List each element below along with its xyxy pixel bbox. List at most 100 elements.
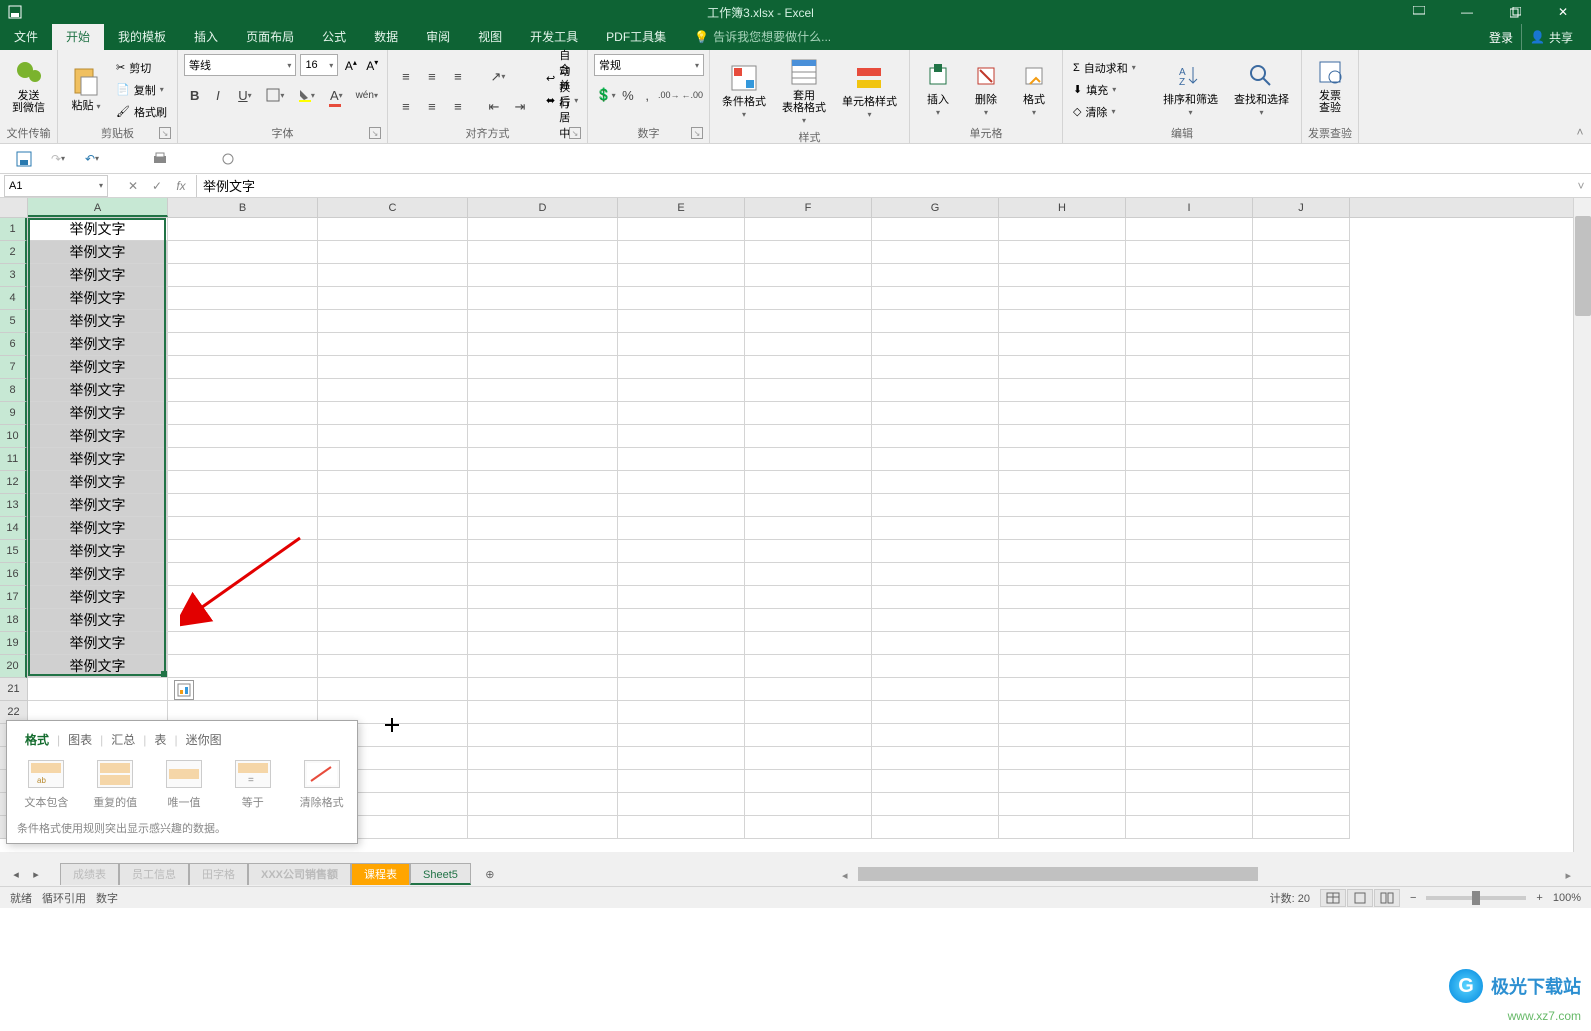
- cell[interactable]: [999, 816, 1126, 839]
- cell[interactable]: [28, 678, 168, 701]
- cell[interactable]: [1126, 287, 1253, 310]
- format-as-table-button[interactable]: 套用 表格格式▾: [776, 54, 832, 129]
- bold-button[interactable]: B: [184, 84, 205, 106]
- cell[interactable]: [1126, 793, 1253, 816]
- cell[interactable]: [872, 816, 999, 839]
- cell[interactable]: [318, 402, 468, 425]
- align-top-button[interactable]: ≡: [394, 66, 418, 88]
- cell[interactable]: [999, 287, 1126, 310]
- cell[interactable]: [318, 218, 468, 241]
- cell[interactable]: [1253, 609, 1350, 632]
- cell[interactable]: [468, 678, 618, 701]
- cell[interactable]: [468, 609, 618, 632]
- invoice-check-button[interactable]: 发票 查验: [1308, 54, 1352, 116]
- align-middle-button[interactable]: ≡: [420, 66, 444, 88]
- cell[interactable]: [468, 793, 618, 816]
- cell[interactable]: [1126, 609, 1253, 632]
- cell-styles-button[interactable]: 单元格样式▾: [836, 60, 903, 123]
- cell[interactable]: [318, 517, 468, 540]
- row-header[interactable]: 19: [0, 632, 27, 655]
- dialog-launcher-icon[interactable]: ↘: [369, 127, 381, 139]
- sheet-nav-prev[interactable]: ◂: [6, 864, 26, 884]
- cell[interactable]: [745, 770, 872, 793]
- cell[interactable]: [618, 287, 745, 310]
- cell[interactable]: [318, 471, 468, 494]
- cell[interactable]: [318, 609, 468, 632]
- cell[interactable]: [468, 816, 618, 839]
- cell[interactable]: [468, 241, 618, 264]
- cell[interactable]: [1253, 770, 1350, 793]
- tab-developer[interactable]: 开发工具: [516, 24, 592, 50]
- cell[interactable]: [1253, 287, 1350, 310]
- cell[interactable]: [745, 310, 872, 333]
- cell[interactable]: [468, 724, 618, 747]
- cell[interactable]: [999, 770, 1126, 793]
- tab-pdf[interactable]: PDF工具集: [592, 24, 680, 50]
- cell[interactable]: [618, 517, 745, 540]
- column-header[interactable]: B: [168, 198, 318, 217]
- cell[interactable]: [1253, 494, 1350, 517]
- cell[interactable]: [745, 356, 872, 379]
- zoom-level[interactable]: 100%: [1553, 892, 1581, 904]
- cell[interactable]: [468, 632, 618, 655]
- cell[interactable]: [872, 287, 999, 310]
- border-button[interactable]: ▾: [261, 84, 289, 106]
- popup-tab-format[interactable]: 格式: [17, 729, 57, 750]
- cell[interactable]: [468, 218, 618, 241]
- cell[interactable]: [318, 264, 468, 287]
- row-header[interactable]: 20: [0, 655, 27, 678]
- collapse-ribbon-button[interactable]: ˄: [1576, 125, 1583, 139]
- column-header[interactable]: G: [872, 198, 999, 217]
- cell[interactable]: [1126, 356, 1253, 379]
- font-color-button[interactable]: A▾: [322, 84, 350, 106]
- cell[interactable]: [1126, 218, 1253, 241]
- cell[interactable]: [872, 793, 999, 816]
- name-box[interactable]: A1▾: [4, 175, 108, 197]
- cell[interactable]: [168, 609, 318, 632]
- login-link[interactable]: 登录: [1489, 29, 1513, 46]
- underline-button[interactable]: U ▾: [231, 84, 259, 106]
- row-header[interactable]: 13: [0, 494, 27, 517]
- sheet-nav-next[interactable]: ▸: [26, 864, 46, 884]
- cell[interactable]: [999, 747, 1126, 770]
- align-right-button[interactable]: ≡: [446, 96, 470, 118]
- formula-input[interactable]: 举例文字: [197, 176, 1571, 195]
- cell[interactable]: [1253, 333, 1350, 356]
- column-header[interactable]: A: [28, 198, 168, 217]
- cell[interactable]: [168, 241, 318, 264]
- cell[interactable]: [468, 701, 618, 724]
- maximize-button[interactable]: [1497, 2, 1533, 22]
- cell[interactable]: [168, 517, 318, 540]
- cell[interactable]: 举例文字: [28, 471, 168, 494]
- cell[interactable]: [618, 379, 745, 402]
- percent-button[interactable]: %: [619, 84, 636, 106]
- cell[interactable]: [168, 402, 318, 425]
- popup-opt-unique[interactable]: 唯一值: [159, 760, 210, 810]
- cell[interactable]: [1126, 701, 1253, 724]
- cell[interactable]: [468, 655, 618, 678]
- row-header[interactable]: 5: [0, 310, 27, 333]
- cell[interactable]: [999, 678, 1126, 701]
- cell[interactable]: [745, 264, 872, 287]
- cell[interactable]: [468, 586, 618, 609]
- cell[interactable]: [999, 540, 1126, 563]
- cell[interactable]: [999, 356, 1126, 379]
- cell[interactable]: [318, 287, 468, 310]
- cell[interactable]: [1126, 241, 1253, 264]
- cell[interactable]: [1253, 218, 1350, 241]
- row-header[interactable]: 2: [0, 241, 27, 264]
- cell[interactable]: [1126, 632, 1253, 655]
- cell[interactable]: [318, 678, 468, 701]
- cell[interactable]: [745, 701, 872, 724]
- cell[interactable]: [168, 333, 318, 356]
- cell[interactable]: [1126, 586, 1253, 609]
- cell[interactable]: [745, 655, 872, 678]
- align-left-button[interactable]: ≡: [394, 96, 418, 118]
- row-header[interactable]: 7: [0, 356, 27, 379]
- cancel-formula-button[interactable]: ✕: [122, 175, 144, 197]
- cell[interactable]: [1126, 724, 1253, 747]
- popup-opt-equal[interactable]: =等于: [227, 760, 278, 810]
- minimize-button[interactable]: —: [1449, 2, 1485, 22]
- cell[interactable]: [872, 540, 999, 563]
- cell[interactable]: [872, 356, 999, 379]
